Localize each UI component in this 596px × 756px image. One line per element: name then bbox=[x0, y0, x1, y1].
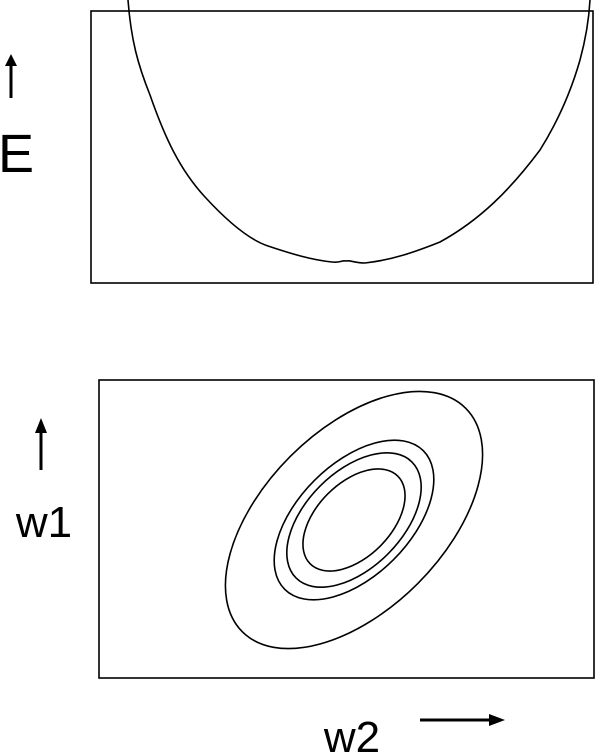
energy-panel bbox=[90, 0, 594, 284]
up-arrow-icon bbox=[35, 418, 47, 470]
contour-ring-2 bbox=[286, 452, 422, 588]
right-arrow-icon bbox=[420, 714, 505, 726]
up-arrow-icon bbox=[5, 54, 17, 98]
energy-axis-label: E bbox=[0, 124, 34, 184]
w1-axis-label: w1 bbox=[15, 498, 72, 547]
w2-axis-label: w2 bbox=[323, 713, 380, 756]
contour-panel bbox=[98, 379, 595, 679]
contour-ring-outer bbox=[224, 390, 484, 650]
energy-curve bbox=[127, 0, 591, 264]
contour-ring-inner bbox=[302, 468, 406, 572]
energy-panel-frame bbox=[90, 10, 594, 284]
contour-ring-3 bbox=[273, 439, 435, 601]
contour-panel-frame bbox=[98, 379, 595, 679]
error-surface-figure: E w1 w2 bbox=[0, 0, 595, 756]
